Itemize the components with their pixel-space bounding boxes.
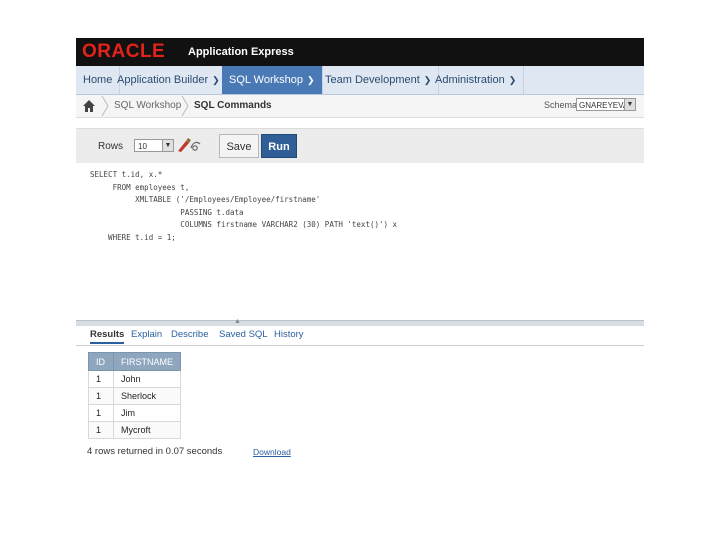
app-header: ORACLE Application Express	[76, 38, 644, 66]
tab-team-development[interactable]: Team Development ❯	[318, 66, 440, 94]
breadcrumb-sql-workshop[interactable]: SQL Workshop	[114, 100, 181, 111]
oracle-logo: ORACLE	[82, 41, 166, 62]
table-header-row: ID FIRSTNAME	[88, 352, 182, 371]
breadcrumb: SQL Workshop SQL Commands Schema GNAREYE…	[76, 95, 644, 118]
column-header-firstname: FIRSTNAME	[112, 352, 182, 371]
breadcrumb-sql-commands: SQL Commands	[194, 100, 272, 111]
cell-id: 1	[88, 404, 114, 422]
dropdown-arrow-icon: ▼	[624, 99, 635, 110]
apex-window: ORACLE Application Express Home Applicat…	[76, 38, 644, 468]
table-row: 1 Sherlock	[88, 387, 182, 405]
tab-sql-workshop[interactable]: SQL Workshop ❯	[222, 66, 323, 94]
command-toolbar: Rows 10 ▼ Save Run	[76, 128, 644, 164]
run-button[interactable]: Run	[261, 134, 297, 158]
chevron-down-icon: ❯	[306, 75, 315, 85]
clear-command-icon[interactable]	[176, 137, 202, 153]
schema-label: Schema	[544, 100, 578, 110]
tab-application-builder[interactable]: Application Builder ❯	[110, 66, 228, 94]
dropdown-arrow-icon: ▼	[162, 140, 173, 151]
cell-firstname: John	[112, 370, 182, 388]
rows-label: Rows	[98, 141, 124, 152]
tab-administration-label: Administration	[435, 74, 505, 86]
tab-home-label: Home	[83, 74, 113, 86]
column-header-id: ID	[88, 352, 114, 371]
table-row: 1 Mycroft	[88, 421, 182, 439]
table-row: 1 Jim	[88, 404, 182, 422]
tab-saved-sql[interactable]: Saved SQL	[219, 329, 268, 340]
rows-select[interactable]: 10 ▼	[134, 139, 174, 152]
main-nav: Home Application Builder ❯ SQL Workshop ❯ …	[76, 66, 644, 95]
results-table: ID FIRSTNAME 1 John 1 Sherlock 1 Jim 1 M…	[88, 352, 182, 439]
tab-history[interactable]: History	[274, 329, 304, 340]
tab-sql-workshop-label: SQL Workshop	[229, 74, 303, 86]
cell-firstname: Mycroft	[112, 421, 182, 439]
cell-firstname: Sherlock	[112, 387, 182, 405]
breadcrumb-separator	[181, 95, 189, 117]
sql-editor[interactable]: SELECT t.id, x.* FROM employees t, XMLTA…	[76, 163, 644, 320]
rows-returned-text: 4 rows returned in 0.07 seconds	[87, 446, 223, 457]
app-title: Application Express	[188, 46, 294, 58]
cell-id: 1	[88, 370, 114, 388]
save-button[interactable]: Save	[219, 134, 259, 158]
cell-id: 1	[88, 387, 114, 405]
tab-results[interactable]: Results	[90, 329, 125, 344]
chevron-down-icon: ❯	[212, 75, 220, 85]
tab-administration[interactable]: Administration ❯	[428, 66, 525, 94]
schema-value: GNAREYEVA	[579, 101, 629, 110]
tab-application-builder-label: Application Builder	[117, 74, 209, 86]
rows-value: 10	[138, 142, 147, 151]
chevron-down-icon: ❯	[508, 75, 517, 85]
result-tabs: Results Explain Describe Saved SQL Histo…	[76, 326, 644, 346]
splitter-grip-icon[interactable]: ▲	[234, 318, 241, 325]
sql-command-text[interactable]: SELECT t.id, x.* FROM employees t, XMLTA…	[90, 169, 397, 244]
cell-id: 1	[88, 421, 114, 439]
cell-firstname: Jim	[112, 404, 182, 422]
schema-select[interactable]: GNAREYEVA ▼	[576, 98, 636, 111]
tab-team-development-label: Team Development	[325, 74, 420, 86]
table-row: 1 John	[88, 370, 182, 388]
tab-explain[interactable]: Explain	[131, 329, 162, 340]
tab-describe[interactable]: Describe	[171, 329, 209, 340]
breadcrumb-separator	[101, 95, 109, 117]
home-icon[interactable]	[82, 99, 96, 113]
download-link[interactable]: Download	[253, 447, 291, 457]
